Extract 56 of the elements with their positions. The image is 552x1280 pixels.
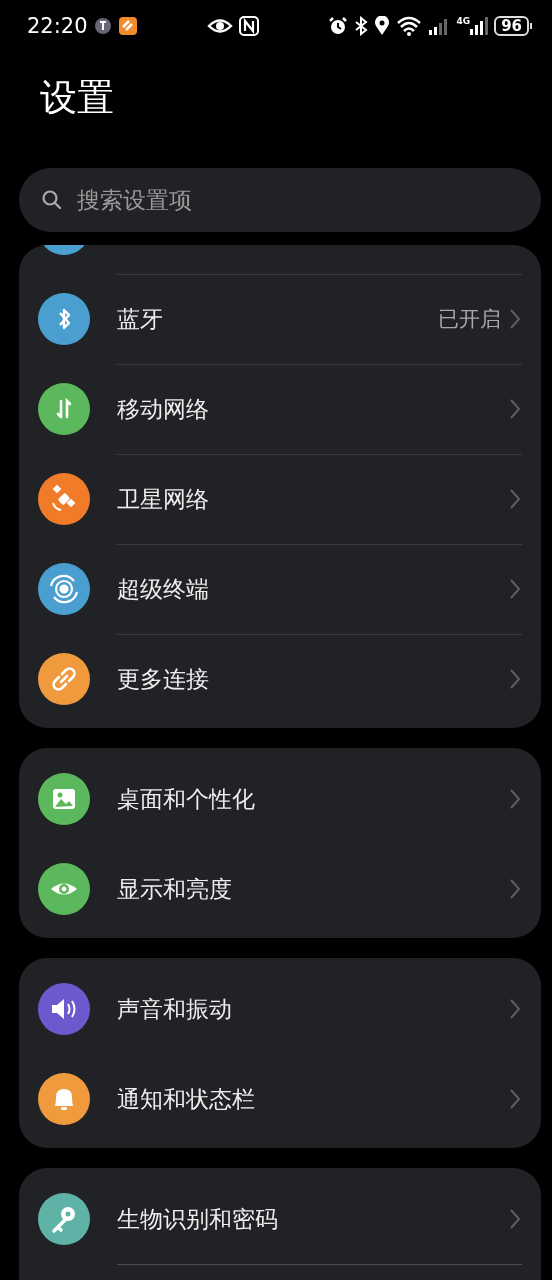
app-notification-icon <box>117 16 138 36</box>
item-status: 已开启 <box>438 306 501 333</box>
eye-icon <box>38 863 90 915</box>
settings-item[interactable]: 更多连接 <box>19 634 541 724</box>
bluetooth-icon <box>354 16 369 36</box>
item-label: 超级终端 <box>117 574 210 604</box>
bell-icon <box>38 1073 90 1125</box>
item-label: 通知和状态栏 <box>117 1084 256 1114</box>
item-label: 桌面和个性化 <box>117 784 256 814</box>
settings-item[interactable]: 卫星网络 <box>19 454 541 544</box>
settings-item[interactable]: 显示和亮度 <box>19 844 541 934</box>
nfc-icon <box>239 16 259 36</box>
search-field[interactable]: 搜索设置项 <box>19 168 541 232</box>
chevron-right-icon <box>509 398 521 420</box>
chevron-right-icon <box>509 788 521 810</box>
satellite-icon <box>38 473 90 525</box>
network-type: 4G <box>456 17 471 26</box>
chevron-right-icon <box>509 488 521 510</box>
orbit-icon <box>38 563 90 615</box>
bluetooth-icon <box>38 293 90 345</box>
item-label: 蓝牙 <box>117 304 164 334</box>
item-label: 移动网络 <box>117 394 210 424</box>
chevron-right-icon <box>509 1208 521 1230</box>
clock-time: 22:20 <box>27 14 88 38</box>
location-icon <box>374 16 391 36</box>
alarm-icon <box>328 16 349 36</box>
eye-icon <box>207 17 233 35</box>
item-label: 显示和亮度 <box>117 874 233 904</box>
item-label: 声音和振动 <box>117 994 233 1024</box>
image-icon <box>38 773 90 825</box>
item-label: 卫星网络 <box>117 484 210 514</box>
search-icon <box>41 189 63 211</box>
chevron-right-icon <box>509 998 521 1020</box>
battery-level: 96 <box>494 16 529 36</box>
signal-icon <box>470 17 489 35</box>
settings-item[interactable]: 蓝牙 已开启 <box>19 274 541 364</box>
chevron-right-icon <box>509 878 521 900</box>
key-icon <box>38 1193 90 1245</box>
item-label: 生物识别和密码 <box>117 1204 279 1234</box>
settings-item[interactable]: 声音和振动 <box>19 964 541 1054</box>
settings-item[interactable]: 生物识别和密码 <box>19 1174 541 1264</box>
wifi-icon <box>396 16 423 36</box>
chevron-right-icon <box>509 1088 521 1110</box>
settings-item[interactable]: 通知和状态栏 <box>19 1054 541 1144</box>
chevron-right-icon <box>509 668 521 690</box>
speaker-icon <box>38 983 90 1035</box>
item-label: 更多连接 <box>117 664 210 694</box>
chevron-right-icon <box>509 308 521 330</box>
chevron-right-icon <box>509 578 521 600</box>
settings-item[interactable]: 桌面和个性化 <box>19 754 541 844</box>
settings-item[interactable]: 超级终端 <box>19 544 541 634</box>
link-icon <box>38 653 90 705</box>
app-notification-icon <box>93 17 112 35</box>
up-down-arrows-icon <box>38 383 90 435</box>
page-title: 设置 <box>40 78 115 119</box>
settings-item[interactable]: 移动网络 <box>19 364 541 454</box>
